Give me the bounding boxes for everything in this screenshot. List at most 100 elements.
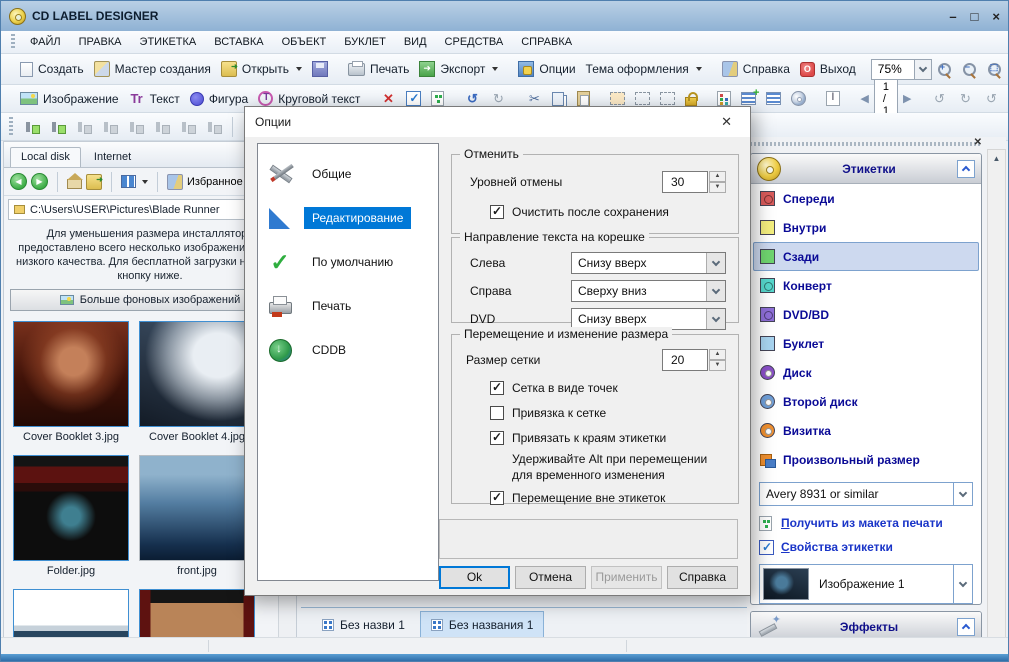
dropdown-button[interactable] — [706, 281, 725, 301]
get-from-print-layout-link[interactable]: Получить из макета печати — [781, 516, 973, 530]
favorites-label[interactable]: Избранное — [187, 176, 243, 188]
spin-up-icon[interactable]: ▲ — [709, 171, 726, 182]
snap-to-grid-checkbox[interactable] — [490, 406, 504, 420]
zoom-combobox[interactable]: 75% — [871, 59, 932, 80]
insert-shape-button[interactable]: Фигура — [185, 90, 253, 108]
home-button[interactable] — [67, 179, 82, 189]
rotate-right-button[interactable]: ↻ — [952, 89, 978, 109]
label-item-front[interactable]: Спереди — [753, 184, 979, 213]
spin-down-icon[interactable]: ▼ — [709, 182, 726, 193]
document-tab-1[interactable]: Без назви 1 — [311, 611, 416, 639]
wizard-button[interactable]: Мастер создания — [89, 59, 216, 79]
track-list-button[interactable] — [761, 90, 786, 107]
grid-size-spinner[interactable]: 20 ▲▼ — [662, 349, 726, 371]
options-button[interactable]: Опции — [513, 59, 580, 79]
spine-right-combobox[interactable]: Сверху вниз — [571, 280, 726, 302]
menu-object[interactable]: ОБЪЕКТ — [273, 31, 336, 53]
category-general[interactable]: Общие — [258, 152, 438, 196]
menu-help[interactable]: СПРАВКА — [512, 31, 581, 53]
label-item-custom-size[interactable]: Произвольный размер — [753, 445, 979, 474]
prev-page-button[interactable]: ◀ — [855, 90, 873, 107]
dropdown-button[interactable] — [953, 565, 972, 603]
dock-scrollbar[interactable]: ▲ ▼ — [987, 149, 1006, 649]
ungroup-button[interactable] — [655, 90, 680, 107]
cancel-button[interactable]: Отмена — [515, 566, 586, 589]
zoom-selection-button[interactable]: ⬚ — [982, 60, 1007, 79]
menu-tools[interactable]: СРЕДСТВА — [436, 31, 513, 53]
folder-up-button[interactable] — [86, 174, 102, 190]
document-tab-2[interactable]: Без названия 1 — [420, 611, 545, 639]
zoom-out-button[interactable]: − — [957, 60, 982, 79]
read-cd-button[interactable] — [786, 89, 811, 108]
spine-left-combobox[interactable]: Снизу вверх — [571, 252, 726, 274]
tab-local-disk[interactable]: Local disk — [10, 147, 81, 167]
label-item-dvdbd[interactable]: DVD/BD — [753, 300, 979, 329]
menu-file[interactable]: ФАЙЛ — [21, 31, 70, 53]
object-selector[interactable]: Изображение 1 — [759, 564, 973, 604]
label-item-booklet[interactable]: Буклет — [753, 329, 979, 358]
back-button[interactable]: ◀ — [10, 173, 27, 190]
flip-vertical-button[interactable]: ↻ — [1004, 89, 1009, 109]
undo-levels-spinner[interactable]: 30 ▲▼ — [662, 171, 726, 193]
view-mode-button[interactable] — [121, 175, 136, 188]
rotate-left-button[interactable]: ↺ — [926, 89, 952, 109]
file-thumbnail[interactable]: front.jpg — [139, 455, 255, 577]
export-button[interactable]: Экспорт — [414, 59, 503, 79]
grid-dots-checkbox[interactable] — [490, 381, 504, 395]
menu-booklet[interactable]: БУКЛЕТ — [335, 31, 395, 53]
text-cursor-button[interactable] — [821, 89, 845, 108]
select-tool-button[interactable] — [605, 90, 630, 107]
spin-up-icon[interactable]: ▲ — [709, 349, 726, 360]
zoom-in-button[interactable]: + — [932, 60, 957, 79]
spin-down-icon[interactable]: ▼ — [709, 360, 726, 371]
menu-insert[interactable]: ВСТАВКА — [205, 31, 272, 53]
flip-horizontal-button[interactable]: ↺ — [978, 89, 1004, 109]
theme-button[interactable]: Тема оформления — [581, 60, 707, 78]
dock-close-icon[interactable]: ✕ — [974, 137, 982, 148]
menu-label[interactable]: ЭТИКЕТКА — [131, 31, 206, 53]
clear-after-save-checkbox[interactable] — [490, 205, 504, 219]
add-track-button[interactable] — [736, 90, 761, 107]
menu-view[interactable]: ВИД — [395, 31, 436, 53]
minimize-button[interactable]: – — [949, 9, 956, 24]
zoom-dropdown-button[interactable] — [914, 60, 931, 79]
group-button[interactable] — [630, 90, 655, 107]
help-button[interactable]: Справка — [667, 566, 738, 589]
label-item-inside[interactable]: Внутри — [753, 213, 979, 242]
copy-button[interactable] — [547, 90, 572, 108]
align-right-button[interactable] — [97, 118, 123, 136]
file-thumbnail[interactable]: Folder.jpg — [13, 455, 129, 577]
category-defaults[interactable]: ✓ По умолчанию — [258, 240, 438, 284]
move-outside-checkbox[interactable] — [490, 491, 504, 505]
file-thumbnail[interactable]: Cover Booklet 3.jpg — [13, 321, 129, 443]
close-button[interactable]: × — [992, 9, 1000, 24]
snap-to-edges-checkbox[interactable] — [490, 431, 504, 445]
category-cddb[interactable]: CDDB — [258, 328, 438, 372]
new-button[interactable]: Создать — [15, 60, 89, 79]
center-horizontal-button[interactable] — [19, 118, 45, 136]
label-item-business-card[interactable]: Визитка — [753, 416, 979, 445]
file-thumbnail[interactable]: Cover Booklet 4.jpg — [139, 321, 255, 443]
ok-button[interactable]: Ok — [439, 566, 510, 589]
align-top-button[interactable] — [123, 118, 149, 136]
paper-stock-combobox[interactable]: Avery 8931 or similar — [759, 482, 973, 506]
dropdown-button[interactable] — [953, 483, 972, 505]
save-button[interactable] — [307, 59, 333, 79]
same-height-button[interactable] — [201, 118, 227, 136]
category-print[interactable]: Печать — [258, 284, 438, 328]
scroll-up-icon[interactable]: ▲ — [988, 150, 1005, 167]
next-page-button[interactable]: ▶ — [898, 90, 916, 107]
label-properties-link[interactable]: Свойства этикетки — [781, 540, 973, 554]
dialog-close-icon[interactable]: ✕ — [713, 112, 740, 132]
maximize-button[interactable]: □ — [971, 9, 979, 24]
label-item-second-disc[interactable]: Второй диск — [753, 387, 979, 416]
dock-drag-handle[interactable] — [750, 142, 980, 146]
insert-text-button[interactable]: TrТекст — [124, 89, 185, 109]
print-button[interactable]: Печать — [343, 60, 414, 78]
label-item-envelope[interactable]: Конверт — [753, 271, 979, 300]
align-bottom-button[interactable] — [149, 118, 175, 136]
align-left-button[interactable] — [71, 118, 97, 136]
dropdown-button[interactable] — [706, 253, 725, 273]
collapse-button[interactable] — [957, 160, 975, 178]
forward-button[interactable]: ▶ — [31, 173, 48, 190]
